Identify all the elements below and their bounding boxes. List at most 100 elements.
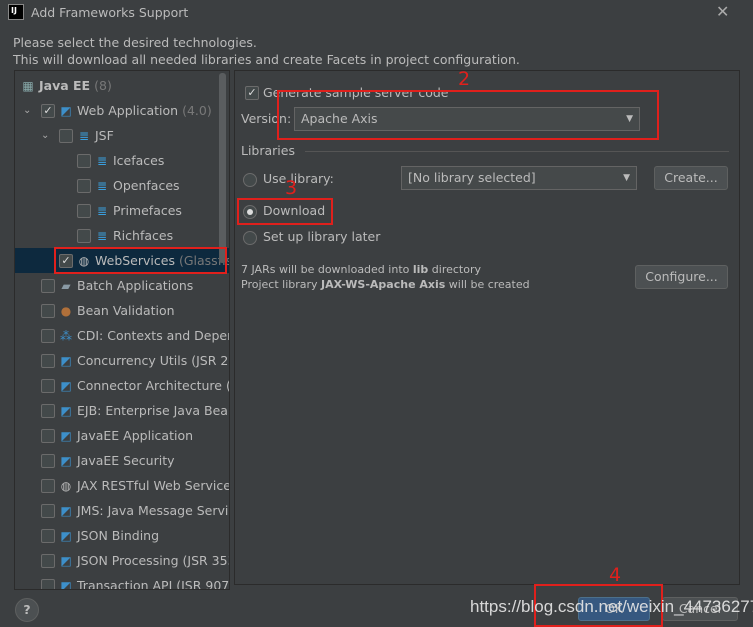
globe-icon: ◍ [60, 478, 72, 493]
description-line-2: This will download all needed libraries … [13, 52, 520, 67]
tree-item-label: Bean Validation [77, 303, 175, 318]
library-info: Project library JAX-WS-Apache Axis will … [241, 278, 530, 291]
web-app-icon: ◩ [60, 103, 72, 118]
tree-item-detail: (4.0) [182, 103, 212, 118]
tree-item-label: JMS: Java Message Servic [77, 503, 230, 518]
tree-item-label: Richfaces [113, 228, 174, 243]
configure-button[interactable]: Configure... [635, 265, 728, 289]
library-dropdown[interactable]: [No library selected] ▼ [401, 166, 637, 190]
module-icon: ◩ [60, 428, 72, 443]
module-icon: ◩ [60, 528, 72, 543]
tree-item[interactable]: ◩ JavaEE Application [15, 423, 229, 448]
tree-item-label: Icefaces [113, 153, 165, 168]
checkbox[interactable]: ✓ [41, 103, 55, 118]
tree-item-label: Java EE [39, 78, 91, 93]
checkbox[interactable] [41, 528, 55, 543]
annotation-number-2: 2 [458, 68, 471, 90]
tree-item[interactable]: ◩ JavaEE Security [15, 448, 229, 473]
tree-item[interactable]: ◍ JAX RESTful Web Services [15, 473, 230, 498]
tree-item[interactable]: ⌄ ≣ JSF [15, 123, 229, 148]
tree-item-label: CDI: Contexts and Depend [77, 328, 230, 343]
checkbox[interactable] [41, 303, 55, 318]
tree-item[interactable]: ◩ JSON Processing (JSR 353 [15, 548, 230, 573]
tree-item-label: Concurrency Utils (JSR 236 [77, 353, 230, 368]
help-button[interactable]: ? [15, 598, 39, 622]
tree-item[interactable]: ▰ Batch Applications [15, 273, 229, 298]
libraries-label: Libraries [241, 143, 295, 158]
chevron-down-icon[interactable]: ⌄ [23, 105, 35, 116]
checkbox[interactable] [41, 328, 55, 343]
create-button[interactable]: Create... [654, 166, 728, 190]
close-icon[interactable]: ✕ [716, 2, 729, 21]
technology-tree: ◩ Transaction API (JSR 907) ◩ JSON Processi… [14, 70, 230, 590]
radio[interactable] [243, 230, 257, 245]
tree-item[interactable]: ≣ Icefaces [15, 148, 229, 173]
checkbox[interactable] [77, 228, 91, 243]
jsf-icon: ≣ [96, 153, 108, 168]
tree-item[interactable]: ▦ Java EE (8) [15, 73, 229, 98]
separator [305, 151, 729, 152]
tree-item[interactable]: ⁂ CDI: Contexts and Depend [15, 323, 230, 348]
tree-item-label: Primefaces [113, 203, 182, 218]
checkbox[interactable]: ✓ [245, 85, 259, 100]
tree-item-label: Connector Architecture (JS [77, 378, 230, 393]
annotation-number-4: 4 [609, 564, 622, 586]
checkbox[interactable] [41, 378, 55, 393]
checkbox[interactable] [41, 428, 55, 443]
checkbox[interactable] [41, 553, 55, 568]
tree-item-label: Web Application [77, 103, 179, 118]
checkbox[interactable] [41, 403, 55, 418]
tree-item[interactable]: ◩ JMS: Java Message Servic [15, 498, 230, 523]
checkbox[interactable] [77, 203, 91, 218]
checkbox[interactable] [41, 353, 55, 368]
jsf-icon: ≣ [96, 178, 108, 193]
checkbox[interactable] [41, 453, 55, 468]
tree-item-label: EJB: Enterprise Java Beans [77, 403, 230, 418]
tree-item[interactable]: ◩ JSON Binding [15, 523, 229, 548]
tree-item-label: JAX RESTful Web Services [77, 478, 230, 493]
jsf-icon: ≣ [96, 203, 108, 218]
tree-item-label: JSON Processing (JSR 353 [77, 553, 230, 568]
tree-item[interactable]: ◩ Concurrency Utils (JSR 236 [15, 348, 230, 373]
tree-item[interactable]: ≣ Richfaces [15, 223, 229, 248]
annotation-box-3 [237, 198, 333, 225]
checkbox[interactable] [41, 278, 55, 293]
tree-item[interactable]: ⌄ ✓ ◩ Web Application (4.0) [15, 98, 229, 123]
jsf-icon: ≣ [78, 128, 90, 143]
checkbox[interactable] [41, 503, 55, 518]
module-icon: ◩ [60, 403, 72, 418]
checkbox[interactable] [41, 478, 55, 493]
javaee-icon: ▦ [22, 78, 34, 93]
tree-scrollbar[interactable] [219, 73, 226, 263]
checkbox[interactable] [59, 128, 73, 143]
description-line-1: Please select the desired technologies. [13, 35, 257, 50]
module-icon: ◩ [60, 453, 72, 468]
tree-item[interactable]: ≣ Primefaces [15, 198, 229, 223]
setup-later-radio[interactable]: Set up library later [243, 229, 380, 245]
tree-item[interactable]: ◩ EJB: Enterprise Java Beans [15, 398, 230, 423]
tree-item[interactable]: ● Bean Validation [15, 298, 229, 323]
setup-later-label: Set up library later [263, 229, 381, 244]
annotation-box-2 [277, 90, 659, 140]
tree-item[interactable]: ◩ Connector Architecture (JS [15, 373, 230, 398]
tree-item-label: JSON Binding [77, 528, 160, 543]
tree-item[interactable]: ≣ Openfaces [15, 173, 229, 198]
module-icon: ◩ [60, 503, 72, 518]
radio[interactable] [243, 172, 257, 187]
tree-item-label: JavaEE Application [77, 428, 194, 443]
chevron-down-icon[interactable]: ⌄ [41, 130, 53, 141]
module-icon: ◩ [60, 353, 72, 368]
checkbox[interactable] [77, 178, 91, 193]
intellij-logo-icon: IJ [8, 4, 24, 20]
folder-icon: ▰ [61, 278, 71, 293]
tree-item-label: Batch Applications [77, 278, 194, 293]
jsf-icon: ≣ [96, 228, 108, 243]
checkbox[interactable] [77, 153, 91, 168]
watermark: https://blog.csdn.net/weixin_44736277 [470, 597, 753, 616]
checkbox[interactable] [41, 578, 55, 589]
tree-item[interactable]: ◩ Transaction API (JSR 907) [15, 573, 229, 589]
tree-item-label: JSF [95, 128, 114, 143]
download-info: 7 JARs will be downloaded into lib direc… [241, 263, 481, 276]
annotation-box-1 [54, 247, 227, 274]
window-title: Add Frameworks Support [31, 5, 189, 20]
